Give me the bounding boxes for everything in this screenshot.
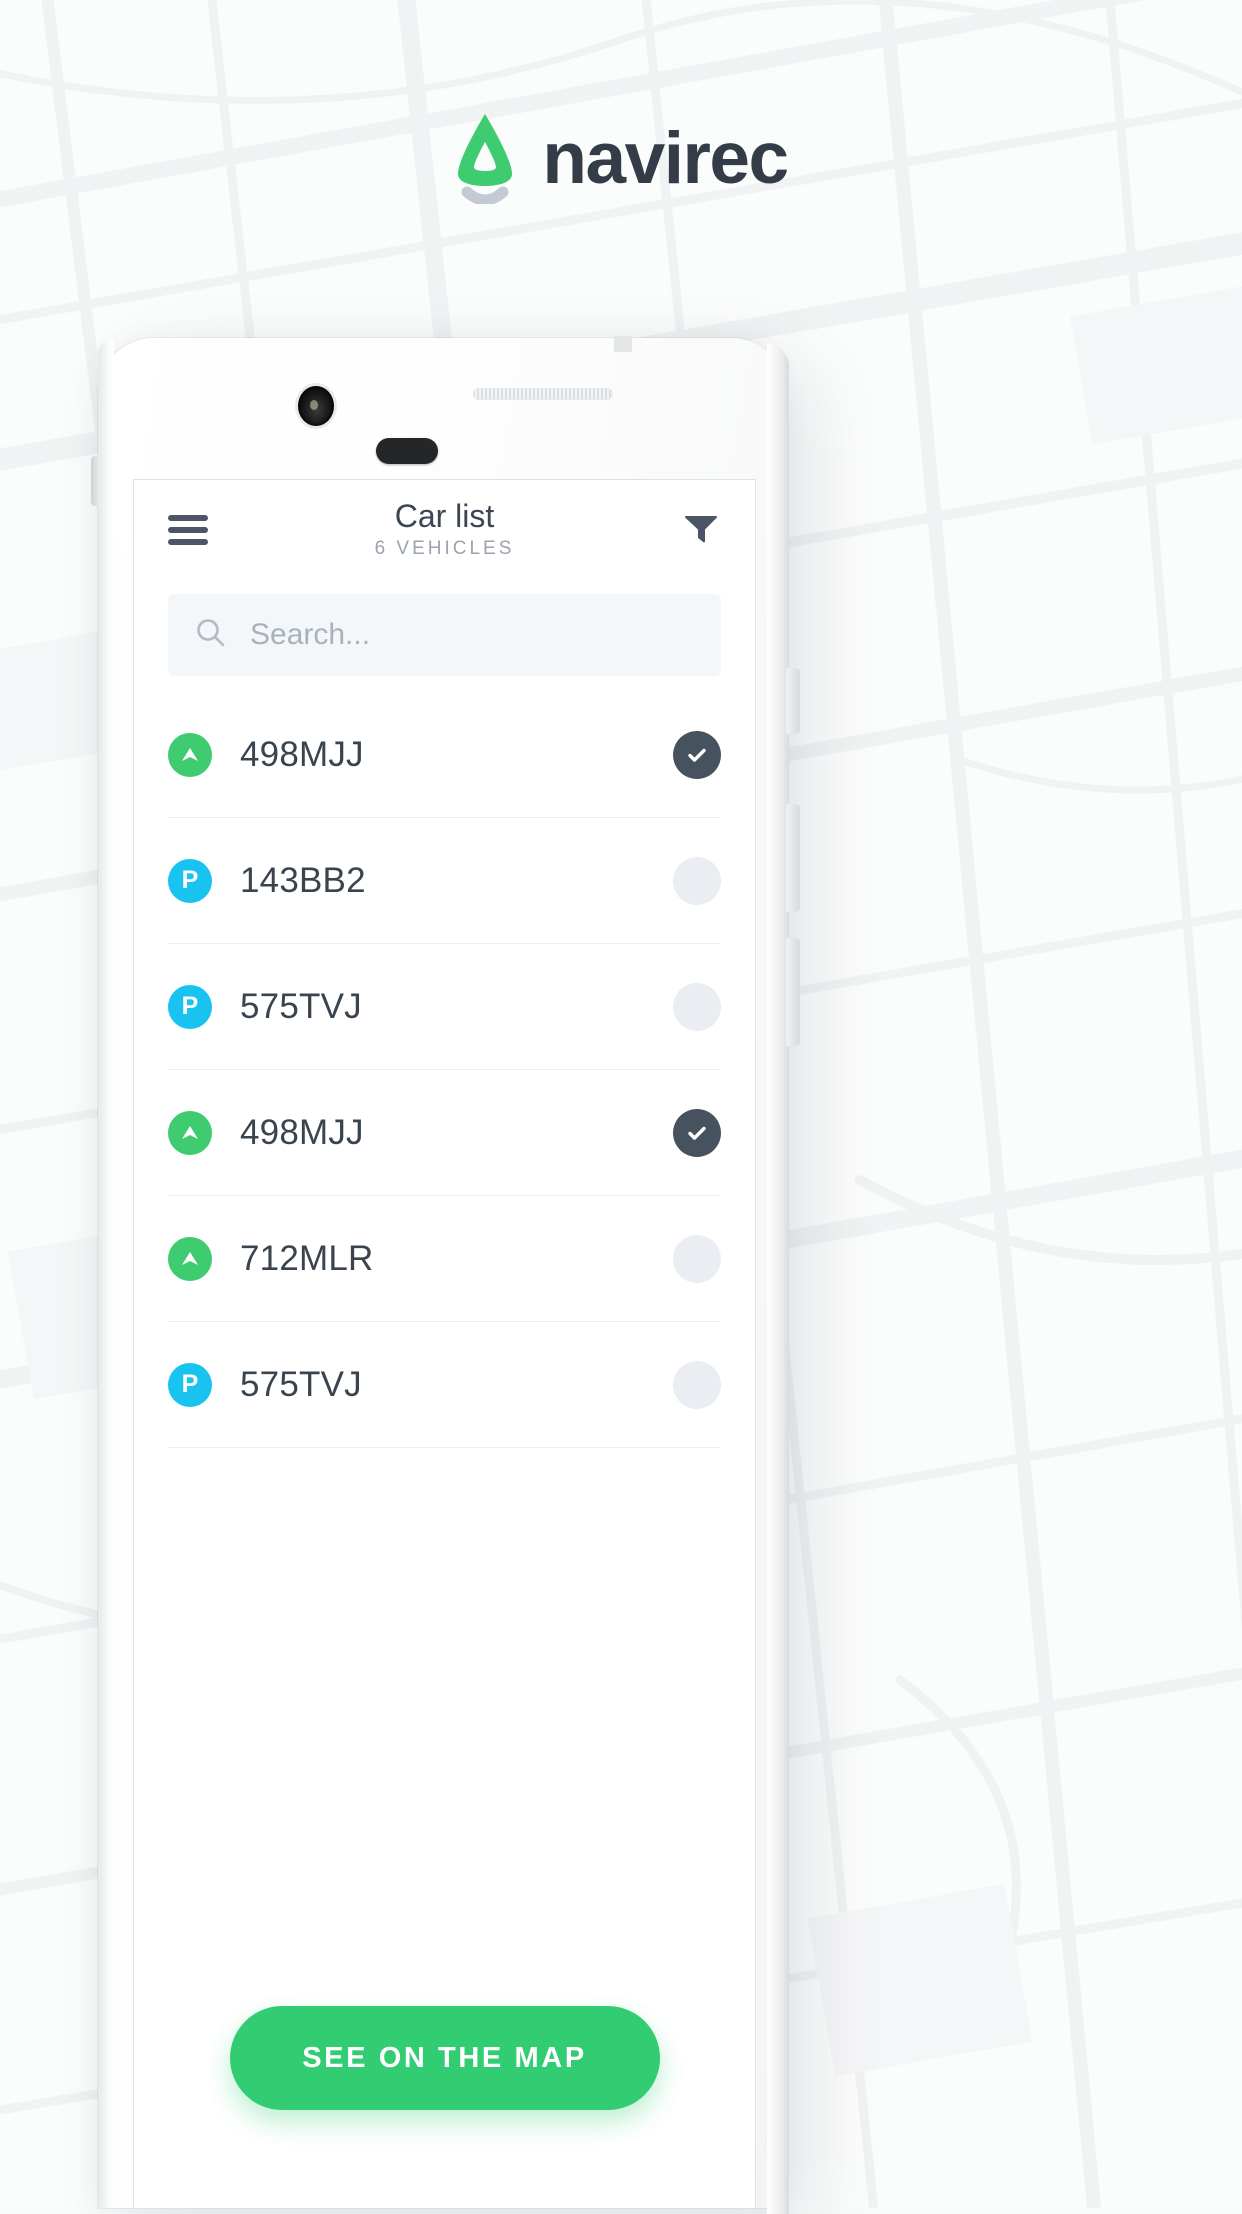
row-checkbox[interactable] xyxy=(673,856,721,905)
arrow-up-icon xyxy=(168,1236,212,1281)
parking-p-icon: P xyxy=(168,1362,212,1407)
header-right xyxy=(651,508,721,553)
header-left xyxy=(168,515,238,545)
row-checkbox[interactable] xyxy=(673,982,721,1031)
see-on-the-map-button[interactable]: SEE ON THE MAP xyxy=(229,2006,660,2110)
plate-number: 575TVJ xyxy=(240,986,362,1026)
navirec-pin-icon xyxy=(454,112,516,206)
table-row[interactable]: 498MJJ xyxy=(168,1070,721,1196)
plate-number: 143BB2 xyxy=(240,860,366,900)
table-row[interactable]: P 575TVJ xyxy=(168,1322,721,1448)
plate-number: 498MJJ xyxy=(240,734,364,774)
phone-antenna-line xyxy=(614,336,632,352)
cta-label: SEE ON THE MAP xyxy=(302,2041,587,2074)
parking-p-icon: P xyxy=(168,984,212,1029)
table-row[interactable]: 498MJJ xyxy=(168,692,721,818)
arrow-up-icon xyxy=(168,1110,212,1155)
plate-number: 575TVJ xyxy=(240,1364,362,1404)
hamburger-menu-icon[interactable] xyxy=(168,515,208,545)
brand-wordmark: navirec xyxy=(542,117,789,199)
phone-right-edge xyxy=(767,344,789,2214)
search-icon xyxy=(194,616,228,655)
row-checkbox[interactable] xyxy=(673,1360,721,1409)
parking-letter: P xyxy=(181,1370,199,1398)
car-list: 498MJJ P 143BB2 P 575TVJ 498MJJ 712MLR P… xyxy=(168,692,721,1448)
phone-sim-tray xyxy=(91,456,100,506)
home-button[interactable] xyxy=(376,438,438,464)
parking-p-icon: P xyxy=(168,858,212,903)
cta-container: SEE ON THE MAP xyxy=(134,2006,755,2110)
row-checkbox[interactable] xyxy=(673,1108,721,1157)
parking-letter: P xyxy=(181,992,199,1020)
plate-number: 498MJJ xyxy=(240,1112,364,1152)
plate-number: 712MLR xyxy=(240,1238,374,1278)
phone-screen: Car list 6 VEHICLES Search... 498MJJ P 1… xyxy=(134,480,755,2208)
phone-volume-down-button[interactable] xyxy=(786,938,800,1046)
row-checkbox[interactable] xyxy=(673,730,721,779)
phone-power-button[interactable] xyxy=(786,668,800,734)
filter-funnel-icon[interactable] xyxy=(681,508,721,553)
table-row[interactable]: P 575TVJ xyxy=(168,944,721,1070)
front-camera-icon xyxy=(298,386,334,426)
table-row[interactable]: 712MLR xyxy=(168,1196,721,1322)
phone-left-edge xyxy=(98,338,114,2208)
app-header: Car list 6 VEHICLES xyxy=(134,480,755,580)
arrow-up-icon xyxy=(168,732,212,777)
phone-volume-up-button[interactable] xyxy=(786,804,800,912)
header-center: Car list 6 VEHICLES xyxy=(238,497,651,561)
vehicle-count-label: 6 VEHICLES xyxy=(374,538,515,560)
parking-letter: P xyxy=(181,866,199,894)
brand-logo: navirec xyxy=(0,112,1242,206)
search-input[interactable]: Search... xyxy=(250,618,370,652)
row-checkbox[interactable] xyxy=(673,1234,721,1283)
earpiece-speaker xyxy=(473,388,613,400)
search-bar[interactable]: Search... xyxy=(168,594,721,676)
page-title: Car list xyxy=(394,497,495,534)
table-row[interactable]: P 143BB2 xyxy=(168,818,721,944)
phone-device: Car list 6 VEHICLES Search... 498MJJ P 1… xyxy=(91,336,800,2214)
